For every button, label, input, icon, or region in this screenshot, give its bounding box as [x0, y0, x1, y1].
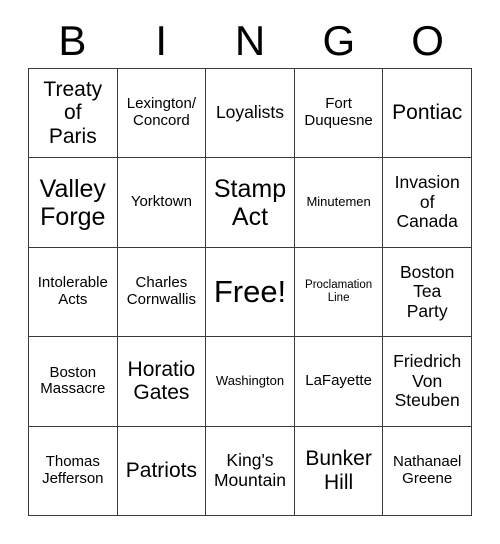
bingo-cell[interactable]: Lexington/ Concord — [117, 69, 207, 159]
bingo-cell-label: Thomas Jefferson — [42, 453, 104, 487]
bingo-cell-label: Boston Massacre — [40, 363, 106, 398]
bingo-cell[interactable]: Nathanael Greene — [383, 426, 472, 516]
bingo-header-letter-g: G — [322, 17, 356, 64]
bingo-cell[interactable]: Thomas Jefferson — [29, 426, 118, 516]
bingo-cell[interactable]: Horatio Gates — [117, 337, 207, 427]
bingo-cell[interactable]: Minutemen — [294, 158, 384, 248]
bingo-cell-label: Lexington/ Concord — [126, 95, 196, 130]
bingo-grid: Treaty of Paris Lexington/ Concord Loyal… — [28, 68, 472, 516]
bingo-cell-label: Fort Duquesne — [304, 95, 373, 130]
bingo-cell-label: LaFayette — [305, 371, 372, 389]
bingo-cell-label: Boston Tea Party — [399, 261, 455, 321]
bingo-cell-label: Intolerable Acts — [37, 274, 108, 308]
bingo-cell-label: Patriots — [125, 459, 197, 483]
bingo-cell-label: Stamp Act — [213, 174, 287, 231]
bingo-cell-label: Bunker Hill — [305, 447, 372, 494]
bingo-cell-label: Washington — [215, 373, 285, 389]
bingo-header-letter-n: N — [234, 17, 266, 64]
bingo-cell-label: Proclamation Line — [305, 279, 373, 304]
bingo-cell[interactable]: Stamp Act — [206, 158, 295, 248]
bingo-cell[interactable]: Loyalists — [206, 69, 295, 159]
bingo-cell[interactable]: Boston Tea Party — [383, 247, 472, 338]
bingo-cell-label: Yorktown — [130, 193, 192, 211]
bingo-header: B I N G O — [28, 14, 472, 68]
bingo-cell[interactable]: Proclamation Line — [294, 247, 384, 338]
bingo-cell[interactable]: Fort Duquesne — [294, 69, 384, 159]
bingo-cell-label: Invasion of Canada — [394, 172, 460, 232]
bingo-cell[interactable]: LaFayette — [294, 337, 384, 427]
bingo-cell[interactable]: Charles Cornwallis — [117, 247, 207, 338]
bingo-cell-label: Minutemen — [306, 194, 371, 210]
bingo-cell-label: Free! — [213, 273, 287, 309]
bingo-cell[interactable]: Washington — [206, 337, 295, 427]
bingo-cell[interactable]: King's Mountain — [206, 426, 295, 516]
bingo-header-letter-b: B — [58, 17, 87, 64]
bingo-cell-label: Friedrich Von Steuben — [393, 351, 462, 411]
bingo-cell-label: Loyalists — [215, 102, 285, 123]
bingo-cell[interactable]: Yorktown — [117, 158, 207, 248]
bingo-cell-label: Treaty of Paris — [43, 77, 103, 148]
bingo-cell-free[interactable]: Free! — [206, 247, 295, 338]
bingo-cell-label: Horatio Gates — [127, 357, 196, 405]
bingo-cell[interactable]: Bunker Hill — [294, 426, 384, 516]
bingo-cell[interactable]: Pontiac — [383, 69, 472, 159]
bingo-cell[interactable]: Invasion of Canada — [383, 158, 472, 248]
bingo-cell-label: Pontiac — [392, 101, 463, 125]
bingo-cell-label: Charles Cornwallis — [126, 274, 196, 308]
bingo-cell[interactable]: Valley Forge — [29, 158, 118, 248]
bingo-cell[interactable]: Boston Massacre — [29, 337, 118, 427]
bingo-card: B I N G O Treaty of Paris Lexington/ Con… — [0, 0, 500, 544]
bingo-header-letter-i: I — [155, 17, 168, 64]
bingo-cell-label: Valley Forge — [39, 174, 106, 231]
bingo-header-letter-o: O — [411, 17, 444, 64]
bingo-cell[interactable]: Intolerable Acts — [29, 247, 118, 338]
bingo-cell[interactable]: Treaty of Paris — [29, 69, 118, 159]
bingo-cell[interactable]: Friedrich Von Steuben — [383, 337, 472, 427]
bingo-cell[interactable]: Patriots — [117, 426, 207, 516]
bingo-cell-label: King's Mountain — [213, 450, 286, 490]
bingo-cell-label: Nathanael Greene — [392, 453, 462, 487]
